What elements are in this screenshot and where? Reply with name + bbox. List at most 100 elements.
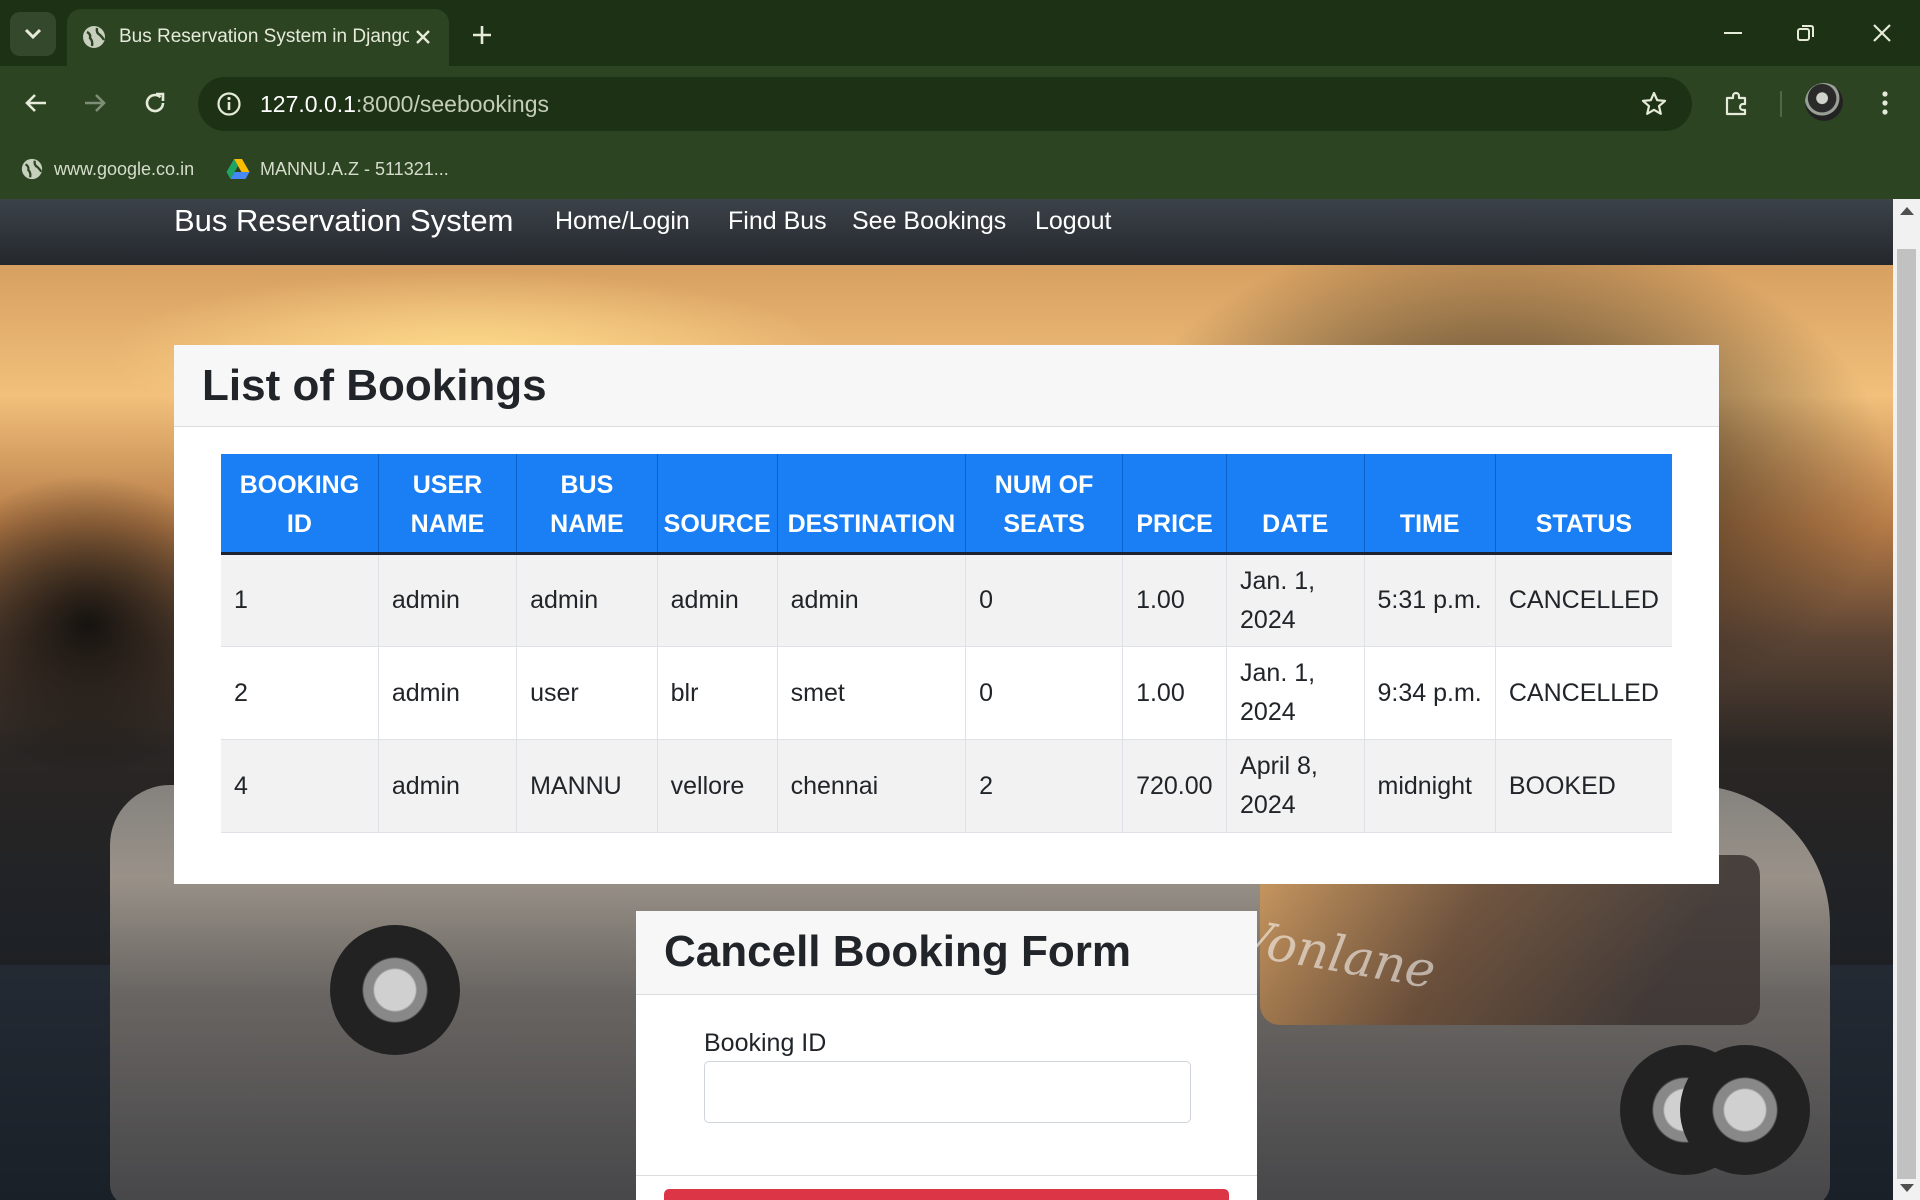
column-header-user-name: USER NAME (377, 454, 517, 554)
cell-status: CANCELLED (1494, 646, 1672, 740)
browser-tab-active[interactable]: Bus Reservation System in Django (67, 9, 449, 66)
restore-window-button[interactable] (1776, 12, 1836, 54)
cell-booking-id: 2 (221, 646, 379, 740)
page-scrollbar[interactable] (1893, 199, 1920, 1200)
column-header-text: ID (286, 510, 312, 538)
cell-source: admin (656, 553, 778, 647)
cell-date: Jan. 1, 2024 (1226, 553, 1364, 647)
cell-user-name: admin (377, 553, 517, 647)
bookings-card-header: List of Bookings (174, 345, 1719, 427)
cell-user-name: admin (377, 646, 517, 740)
column-header-text: STATUS (1535, 510, 1633, 538)
tab-close-icon[interactable] (409, 23, 437, 51)
nav-link-logout[interactable]: Logout (1035, 199, 1111, 243)
cell-num-of-seats: 2 (965, 739, 1123, 833)
page-viewport: Vonlane Bus Reservation System Home/Logi… (0, 199, 1893, 1200)
browser-menu-button[interactable] (1864, 82, 1906, 124)
table-row: 2 admin user blr smet 0 1.00 Jan. 1, 2024 9:34 p… (221, 646, 1672, 740)
cancel-form-title: Cancell Booking Form (664, 927, 1131, 976)
close-icon (1873, 24, 1891, 42)
url-host: 127.0.0.1 (260, 91, 356, 117)
url-path: :8000/seebookings (355, 91, 550, 117)
cell-bus-name: admin (516, 553, 658, 647)
address-bar[interactable]: 127.0.0.1:8000/seebookings (198, 77, 1692, 131)
column-header-text: SOURCE (663, 510, 771, 538)
cell-status: BOOKED (1494, 739, 1672, 833)
column-header-text: TIME (1399, 510, 1460, 538)
column-header-text: USER (412, 471, 483, 499)
table-header-row: BOOKING ID USER NAME BUS NAME SOURCE DESTINATIO… (221, 454, 1672, 554)
cell-status: CANCELLED (1494, 553, 1672, 647)
column-header-text: NUM OF (994, 471, 1094, 499)
cell-source: vellore (656, 739, 778, 833)
column-header-text: NAME (410, 510, 485, 538)
booking-id-label: Booking ID (704, 1029, 827, 1057)
cell-price: 1.00 (1122, 553, 1227, 647)
more-vertical-icon (1882, 91, 1888, 115)
cancel-booking-submit-button[interactable] (664, 1189, 1229, 1200)
extensions-button[interactable] (1716, 82, 1758, 124)
forward-button[interactable] (74, 82, 116, 124)
column-header-text: SEATS (1003, 510, 1085, 538)
arrow-left-icon (25, 94, 46, 112)
nav-link-see-bookings[interactable]: See Bookings (852, 199, 1006, 243)
browser-tab-bar: Bus Reservation System in Django (0, 0, 1920, 66)
tab-search-button[interactable] (10, 12, 56, 56)
bookmarks-bar: www.google.co.in MANNU.A.Z - 511321... (0, 140, 1920, 199)
bookings-table: BOOKING ID USER NAME BUS NAME SOURCE DESTINATIO… (221, 454, 1672, 833)
google-drive-icon (226, 157, 250, 181)
table-body: 1 admin admin admin admin 0 1.00 Jan. 1, 2024 5:… (221, 553, 1672, 833)
column-header-text: NAME (550, 510, 624, 538)
arrow-right-icon (85, 94, 106, 112)
column-header-date: DATE (1226, 454, 1364, 554)
scroll-up-arrow-icon[interactable] (1900, 207, 1914, 215)
site-navbar: Bus Reservation System Home/Login Find B… (0, 199, 1893, 265)
cell-num-of-seats: 0 (965, 646, 1123, 740)
cell-price: 1.00 (1122, 646, 1227, 740)
column-header-text: BOOKING (239, 471, 360, 499)
new-tab-button[interactable] (463, 16, 501, 54)
nav-link-find-bus[interactable]: Find Bus (728, 199, 827, 243)
bookmark-star-icon[interactable] (1638, 88, 1670, 120)
plus-icon (473, 26, 491, 44)
cell-time: midnight (1363, 739, 1496, 833)
column-header-booking-id: BOOKING ID (221, 454, 379, 554)
column-header-source: SOURCE (656, 454, 778, 554)
booking-id-input[interactable] (704, 1061, 1191, 1123)
bookmark-drive[interactable]: MANNU.A.Z - 511321... (226, 154, 449, 184)
close-window-button[interactable] (1852, 12, 1912, 54)
cell-bus-name: MANNU (516, 739, 658, 833)
browser-toolbar: 127.0.0.1:8000/seebookings (0, 66, 1920, 140)
cell-time: 9:34 p.m. (1363, 646, 1496, 740)
cell-destination: smet (776, 646, 966, 740)
site-info-icon[interactable] (210, 85, 248, 123)
cell-destination: chennai (776, 739, 966, 833)
column-header-destination: DESTINATION (776, 454, 966, 554)
bookmark-label: MANNU.A.Z - 511321... (260, 158, 449, 179)
nav-link-home-login[interactable]: Home/Login (555, 199, 690, 243)
bookmark-google[interactable]: www.google.co.in (20, 154, 194, 184)
cancel-booking-card: Cancell Booking Form Booking ID (636, 911, 1257, 1200)
site-brand[interactable]: Bus Reservation System (174, 199, 513, 243)
globe-icon (20, 157, 44, 181)
minimize-icon (1724, 32, 1742, 34)
cell-time: 5:31 p.m. (1363, 553, 1496, 647)
cancel-card-header: Cancell Booking Form (636, 911, 1257, 995)
cell-price: 720.00 (1122, 739, 1227, 833)
minimize-window-button[interactable] (1703, 12, 1763, 54)
column-header-text: DESTINATION (787, 510, 956, 538)
column-header-time: TIME (1363, 454, 1496, 554)
scrollbar-thumb[interactable] (1897, 249, 1916, 1179)
cell-bus-name: user (516, 646, 658, 740)
column-header-bus-name: BUS NAME (516, 454, 658, 554)
toolbar-divider (1780, 91, 1782, 117)
restore-icon (1797, 25, 1814, 41)
reload-button[interactable] (134, 82, 176, 124)
back-button[interactable] (15, 82, 57, 124)
column-header-num-of-seats: NUM OF SEATS (965, 454, 1123, 554)
cell-destination: admin (776, 553, 966, 647)
url-text[interactable]: 127.0.0.1:8000/seebookings (260, 90, 549, 118)
profile-avatar[interactable] (1805, 83, 1843, 121)
scroll-down-arrow-icon[interactable] (1900, 1184, 1914, 1192)
table-row: 4 admin MANNU vellore chennai 2 720.00 April 8,… (221, 739, 1672, 833)
